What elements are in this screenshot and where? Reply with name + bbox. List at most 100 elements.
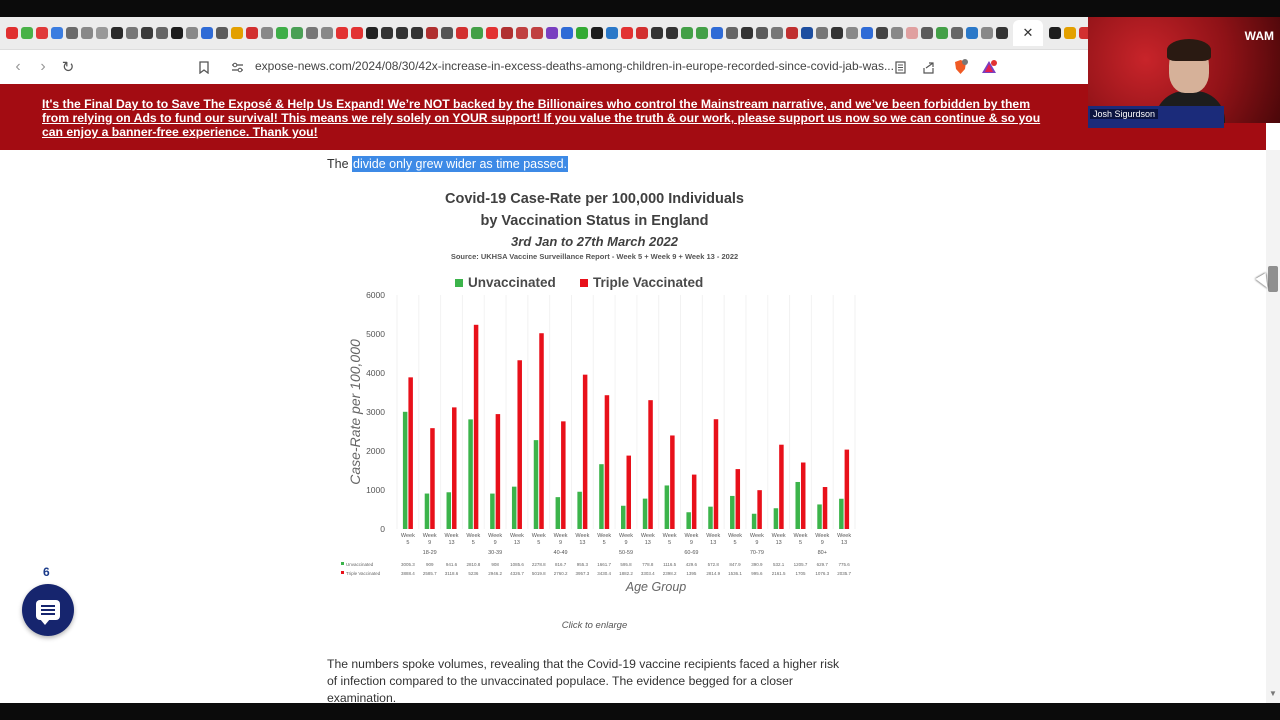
tab-favicon[interactable] bbox=[830, 27, 843, 39]
back-icon[interactable]: ‹ bbox=[6, 55, 30, 79]
tab-favicon[interactable] bbox=[950, 27, 963, 39]
tab-favicon[interactable] bbox=[335, 27, 348, 39]
tab-favicon[interactable] bbox=[65, 27, 78, 39]
url-text[interactable]: expose-news.com/2024/08/30/42x-increase-… bbox=[255, 59, 894, 73]
tab-favicon[interactable] bbox=[1063, 27, 1076, 39]
tab-favicon[interactable] bbox=[140, 27, 153, 39]
tab-favicon[interactable] bbox=[110, 27, 123, 39]
tab-favicon[interactable] bbox=[695, 27, 708, 39]
tab-favicon[interactable] bbox=[470, 27, 483, 39]
tab-favicon[interactable] bbox=[410, 27, 423, 39]
tab-favicon[interactable] bbox=[1078, 27, 1088, 39]
brave-shield-icon[interactable] bbox=[951, 58, 969, 76]
tab-favicon[interactable] bbox=[260, 27, 273, 39]
tab-favicon[interactable] bbox=[380, 27, 393, 39]
tab-favicon[interactable] bbox=[665, 27, 678, 39]
tab-favicon[interactable] bbox=[395, 27, 408, 39]
tab-favicon[interactable] bbox=[815, 27, 828, 39]
banner-text[interactable]: It's the Final Day to to Save The Exposé… bbox=[42, 97, 1052, 139]
tab-favicon[interactable] bbox=[680, 27, 693, 39]
x-tick-label-week: Week bbox=[663, 533, 677, 539]
tab-favicon[interactable] bbox=[350, 27, 363, 39]
page-scrollbar-track[interactable] bbox=[1266, 150, 1280, 703]
tab-favicon[interactable] bbox=[20, 27, 33, 39]
tab-bar[interactable]: ✕ bbox=[0, 17, 1088, 50]
tab-favicon[interactable] bbox=[995, 27, 1008, 39]
tab-favicon[interactable] bbox=[560, 27, 573, 39]
close-tab-icon[interactable]: ✕ bbox=[1013, 20, 1043, 46]
tab-favicon[interactable] bbox=[5, 27, 18, 39]
tab-favicon[interactable] bbox=[155, 27, 168, 39]
tab-favicon[interactable] bbox=[755, 27, 768, 39]
tab-favicon[interactable] bbox=[245, 27, 258, 39]
tab-favicon[interactable] bbox=[875, 27, 888, 39]
tab-favicon[interactable] bbox=[845, 27, 858, 39]
tab-favicon[interactable] bbox=[215, 27, 228, 39]
scroll-down-arrow-icon[interactable]: ▼ bbox=[1266, 689, 1280, 701]
tab-favicon[interactable] bbox=[725, 27, 738, 39]
tab-favicon[interactable] bbox=[305, 27, 318, 39]
tab-favicon[interactable] bbox=[80, 27, 93, 39]
tab-favicon[interactable] bbox=[905, 27, 918, 39]
tab-favicon[interactable] bbox=[320, 27, 333, 39]
x-tick-label-number: 9 bbox=[821, 540, 824, 546]
reload-icon[interactable]: ↻ bbox=[56, 55, 80, 79]
tab-favicon[interactable] bbox=[290, 27, 303, 39]
tab-favicon[interactable] bbox=[185, 27, 198, 39]
tab-favicon[interactable] bbox=[440, 27, 453, 39]
tab-favicon[interactable] bbox=[170, 27, 183, 39]
share-icon[interactable] bbox=[919, 58, 937, 76]
tab-favicon[interactable] bbox=[125, 27, 138, 39]
table-value-triple-vaccinated: 5019.8 bbox=[532, 571, 546, 576]
x-tick-label-week: Week bbox=[510, 533, 524, 539]
selected-text[interactable]: divide only grew wider as time passed. bbox=[352, 156, 569, 172]
chart-image[interactable]: Covid-19 Case-Rate per 100,000 Individua… bbox=[327, 185, 862, 598]
tab-favicon[interactable] bbox=[365, 27, 378, 39]
bookmark-icon[interactable] bbox=[195, 58, 213, 76]
tab-favicon[interactable] bbox=[455, 27, 468, 39]
tab-favicon[interactable] bbox=[650, 27, 663, 39]
table-value-triple-vaccinated: 1076.3 bbox=[815, 571, 829, 576]
tab-favicon[interactable] bbox=[530, 27, 543, 39]
tab-favicon[interactable] bbox=[785, 27, 798, 39]
tab-favicon[interactable] bbox=[935, 27, 948, 39]
site-settings-icon[interactable] bbox=[228, 58, 246, 76]
donation-banner[interactable]: It's the Final Day to to Save The Exposé… bbox=[0, 84, 1266, 150]
age-group-label: 40-49 bbox=[554, 550, 568, 556]
tab-favicon[interactable] bbox=[740, 27, 753, 39]
tab-favicon[interactable] bbox=[635, 27, 648, 39]
tab-favicon[interactable] bbox=[230, 27, 243, 39]
tab-favicon[interactable] bbox=[605, 27, 618, 39]
tab-favicon[interactable] bbox=[980, 27, 993, 39]
table-value-triple-vaccinated: 4326.7 bbox=[510, 571, 524, 576]
tab-favicon[interactable] bbox=[200, 27, 213, 39]
tab-favicon[interactable] bbox=[890, 27, 903, 39]
chart-caption[interactable]: Click to enlarge bbox=[327, 620, 862, 631]
chat-button[interactable] bbox=[22, 584, 74, 636]
tab-favicon[interactable] bbox=[50, 27, 63, 39]
tab-favicon[interactable] bbox=[620, 27, 633, 39]
tab-favicon[interactable] bbox=[95, 27, 108, 39]
tab-favicon[interactable] bbox=[575, 27, 588, 39]
tab-favicon[interactable] bbox=[590, 27, 603, 39]
tab-favicon[interactable] bbox=[545, 27, 558, 39]
tab-favicon[interactable] bbox=[515, 27, 528, 39]
tab-favicon[interactable] bbox=[770, 27, 783, 39]
tab-favicon[interactable] bbox=[710, 27, 723, 39]
tab-favicon[interactable] bbox=[800, 27, 813, 39]
brave-rewards-icon[interactable] bbox=[980, 58, 998, 76]
forward-icon[interactable]: › bbox=[31, 55, 55, 79]
tab-favicon[interactable] bbox=[1048, 27, 1061, 39]
bar-triple-vaccinated bbox=[800, 462, 806, 529]
reader-mode-icon[interactable] bbox=[891, 58, 909, 76]
tab-favicon[interactable] bbox=[275, 27, 288, 39]
tab-favicon[interactable] bbox=[860, 27, 873, 39]
tab-favicon[interactable] bbox=[425, 27, 438, 39]
tab-favicon[interactable] bbox=[485, 27, 498, 39]
tab-favicon[interactable] bbox=[500, 27, 513, 39]
tab-favicon[interactable] bbox=[965, 27, 978, 39]
tab-favicon[interactable] bbox=[35, 27, 48, 39]
x-tick-label-week: Week bbox=[837, 533, 851, 539]
x-tick-label-week: Week bbox=[488, 533, 502, 539]
tab-favicon[interactable] bbox=[920, 27, 933, 39]
